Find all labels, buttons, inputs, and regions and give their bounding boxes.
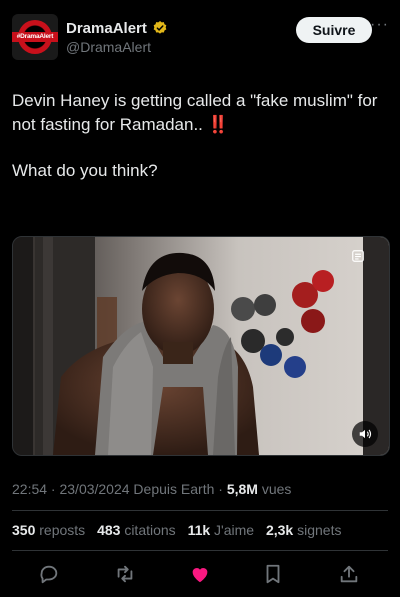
views-label: vues xyxy=(257,481,292,497)
share-icon[interactable] xyxy=(338,563,360,585)
bookmarks-stat[interactable]: 2,3k signets xyxy=(266,522,342,538)
tweet-timestamp[interactable]: 22:54 · 23/03/2024 Depuis Earth · xyxy=(12,481,227,497)
more-horizontal-icon[interactable]: ··· xyxy=(370,16,389,34)
bookmarks-label: signets xyxy=(297,522,342,538)
likes-count: 11k xyxy=(187,522,211,538)
author-handle[interactable]: @DramaAlert xyxy=(66,39,151,55)
tweet-text-main: Devin Haney is getting called a "fake mu… xyxy=(12,91,378,134)
reposts-count: 350 xyxy=(12,522,36,538)
bookmarks-count: 2,3k xyxy=(265,522,294,538)
video-frame xyxy=(13,237,389,455)
tweet-text: Devin Haney is getting called a "fake mu… xyxy=(12,89,392,183)
author-name[interactable]: DramaAlert xyxy=(66,20,147,37)
tweet-stats: 350 reposts 483 citations 11k J'aime 2,3… xyxy=(12,522,341,538)
divider xyxy=(12,550,388,551)
likes-label: J'aime xyxy=(214,522,255,538)
avatar-tag: #DramaAlert xyxy=(12,32,58,42)
follow-button[interactable]: Suivre xyxy=(296,17,372,43)
tweet-video[interactable] xyxy=(12,236,390,456)
repost-icon[interactable] xyxy=(114,563,136,585)
verified-badge-icon xyxy=(153,21,167,34)
likes-stat[interactable]: 11k J'aime xyxy=(188,522,255,538)
author-avatar[interactable]: #DramaAlert xyxy=(12,14,58,60)
divider xyxy=(12,510,388,511)
double-exclamation-emoji: ‼️ xyxy=(207,115,229,134)
quotes-stat[interactable]: 483 citations xyxy=(97,522,176,538)
tweet-actions xyxy=(12,561,388,587)
speaker-icon xyxy=(359,429,372,439)
tweet-text-line1: Devin Haney is getting called a "fake mu… xyxy=(12,89,392,137)
tweet-header: #DramaAlert DramaAlert @DramaAlert Suivr… xyxy=(12,14,388,62)
quotes-label: citations xyxy=(124,522,176,538)
volume-button[interactable] xyxy=(352,421,378,447)
reposts-stat[interactable]: 350 reposts xyxy=(12,522,85,538)
like-icon[interactable] xyxy=(189,563,211,585)
tweet-question: What do you think? xyxy=(12,161,158,180)
quotes-count: 483 xyxy=(97,522,121,538)
views-count: 5,8M xyxy=(226,481,258,497)
bookmark-icon[interactable] xyxy=(262,563,284,585)
tweet-meta: 22:54 · 23/03/2024 Depuis Earth · 5,8M v… xyxy=(12,481,291,497)
reposts-label: reposts xyxy=(39,522,86,538)
video-options-icon[interactable] xyxy=(351,249,365,263)
reply-icon[interactable] xyxy=(38,563,60,585)
